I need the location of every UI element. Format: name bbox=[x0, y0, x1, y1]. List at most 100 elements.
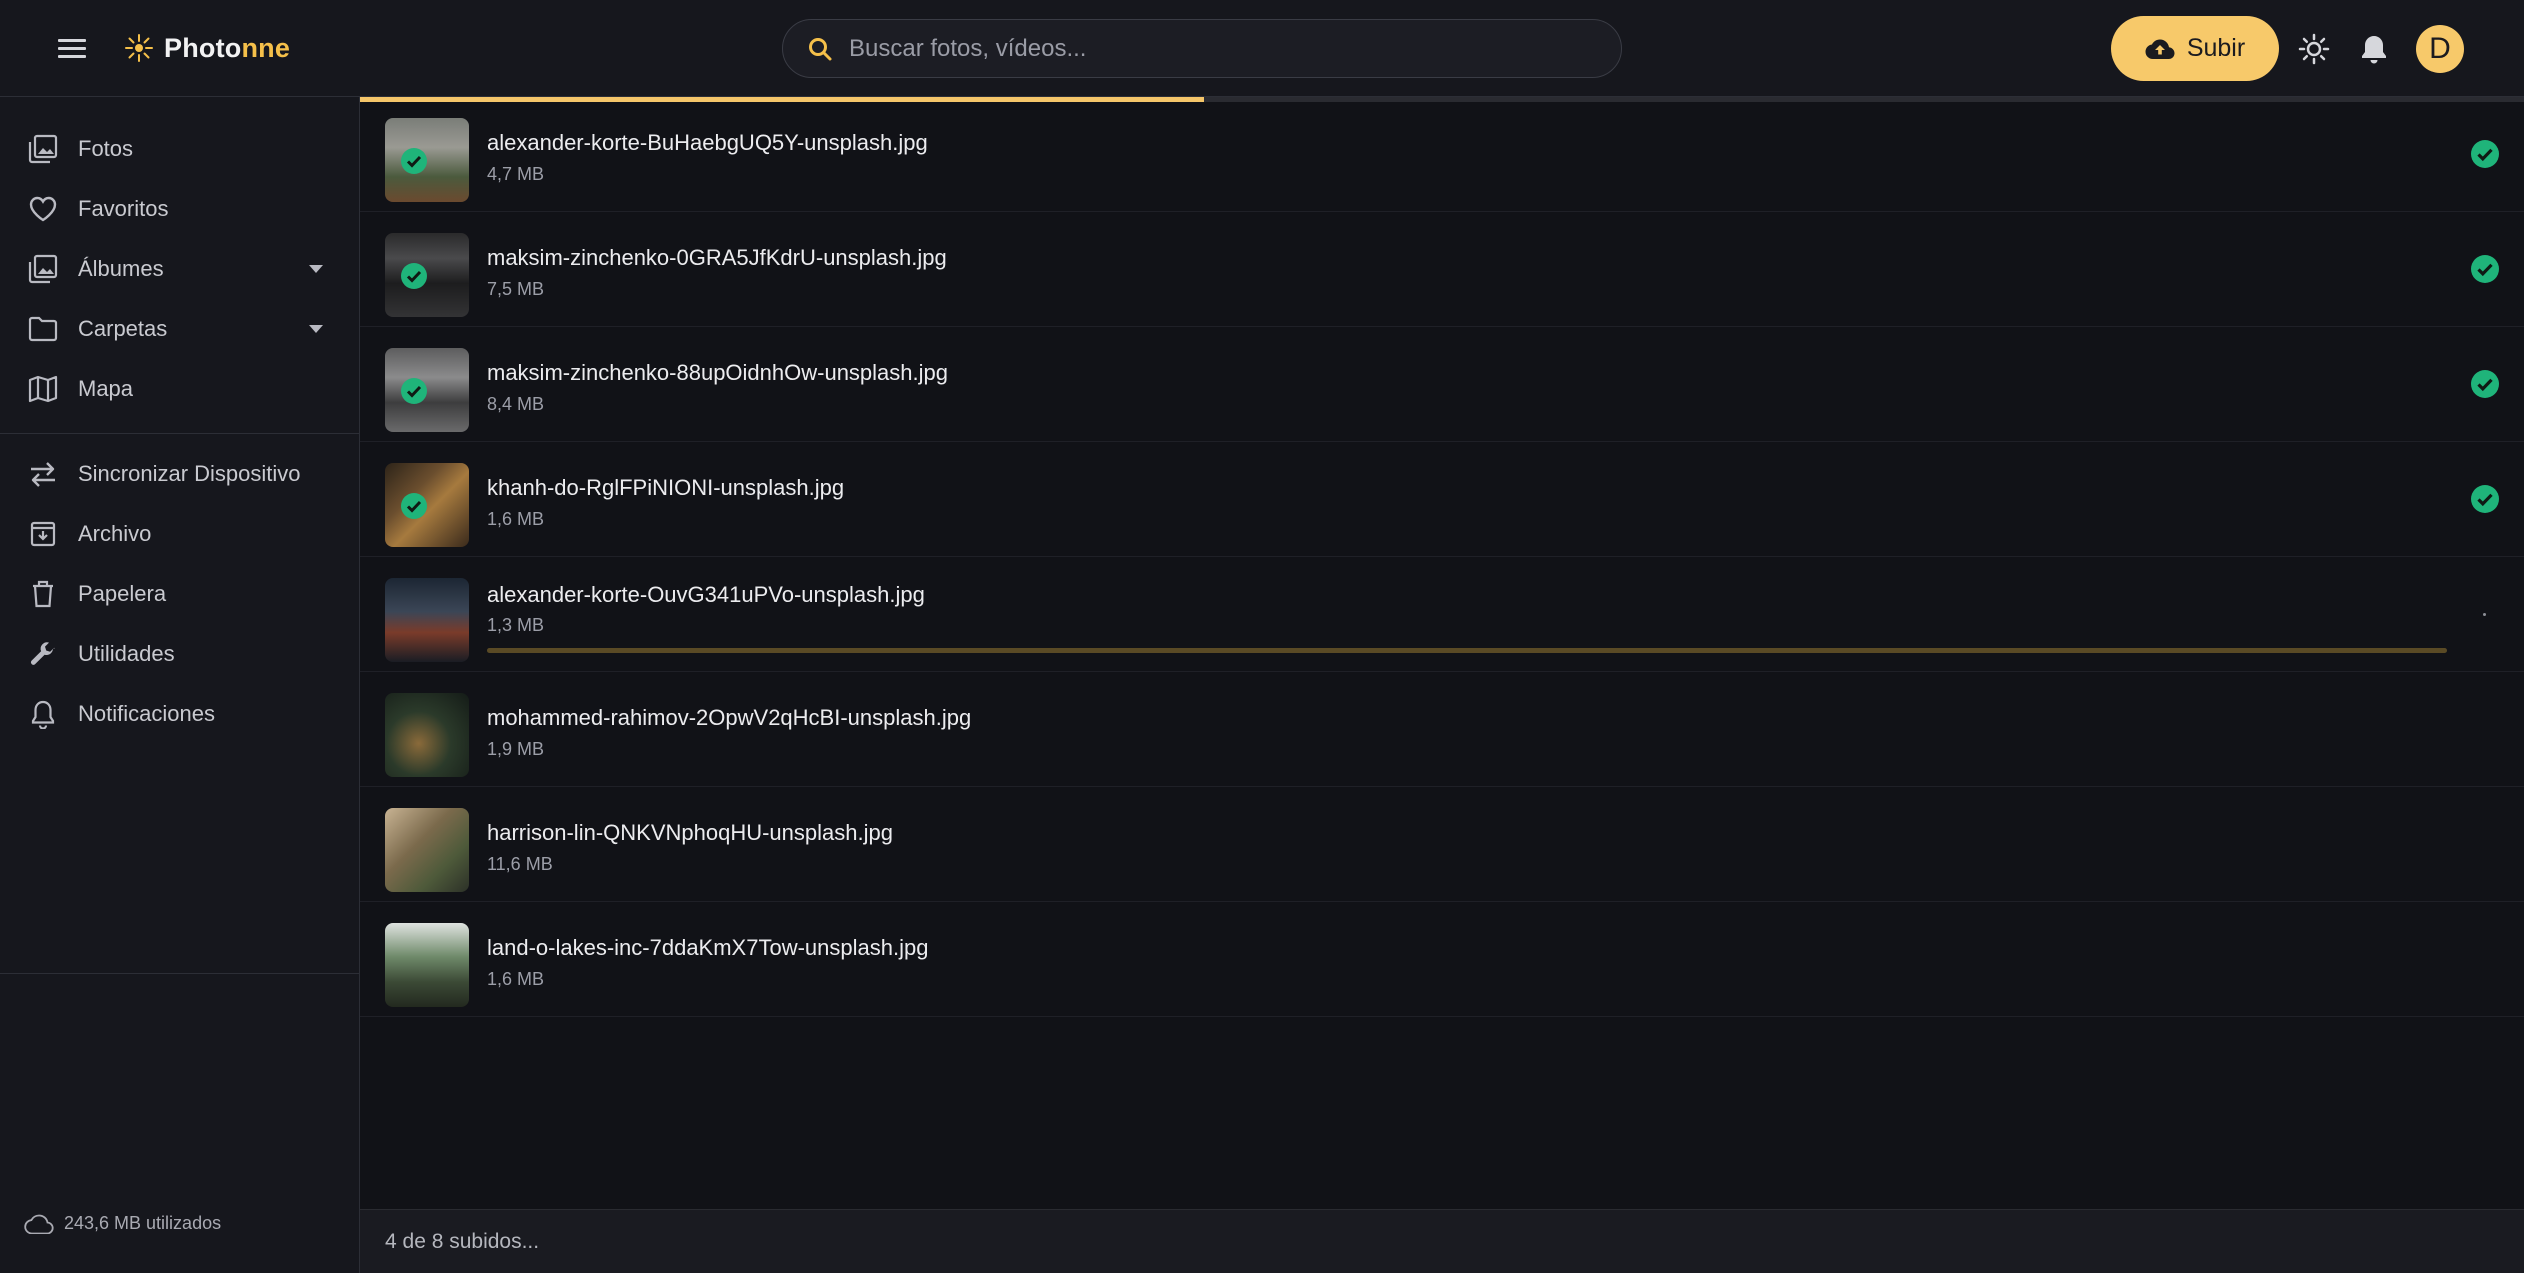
check-circle-icon bbox=[401, 263, 427, 289]
sidebar-item-label: Archivo bbox=[78, 521, 152, 546]
file-thumbnail bbox=[385, 578, 469, 662]
file-size: 7,5 MB bbox=[487, 279, 545, 299]
albums-icon bbox=[26, 252, 60, 286]
search-icon bbox=[805, 34, 835, 64]
check-circle-icon bbox=[401, 148, 427, 174]
sidebar: Fotos Favoritos Álbumes Carpetas Mapa Si… bbox=[0, 97, 360, 1273]
sidebar-item-sincronizar[interactable]: Sincronizar Dispositivo bbox=[0, 446, 359, 502]
sidebar-item-label: Notificaciones bbox=[78, 701, 215, 726]
sidebar-item-archivo[interactable]: Archivo bbox=[0, 506, 359, 562]
upload-row[interactable]: mohammed-rahimov-2OpwV2qHcBI-unsplash.jp… bbox=[360, 672, 2524, 787]
sidebar-item-label: Fotos bbox=[78, 136, 134, 161]
upload-row[interactable]: maksim-zinchenko-88upOidnhOw-unsplash.jp… bbox=[360, 327, 2524, 442]
cloud-icon bbox=[24, 1214, 54, 1234]
sidebar-divider bbox=[0, 973, 359, 974]
check-circle-icon bbox=[2471, 370, 2499, 398]
app-name-part2: nne bbox=[241, 32, 291, 63]
sync-icon bbox=[26, 457, 60, 491]
trash-icon bbox=[26, 577, 60, 611]
sidebar-item-mapa[interactable]: Mapa bbox=[0, 361, 359, 417]
upload-button[interactable]: Subir bbox=[2111, 16, 2279, 81]
file-name: land-o-lakes-inc-7ddaKmX7Tow-unsplash.jp… bbox=[487, 935, 929, 960]
file-size: 8,4 MB bbox=[487, 394, 545, 414]
app-name: Photonne bbox=[164, 33, 290, 64]
file-name: alexander-korte-OuvG341uPVo-unsplash.jpg bbox=[487, 582, 925, 607]
file-size: 1,9 MB bbox=[487, 739, 545, 759]
sidebar-divider bbox=[0, 433, 359, 434]
file-name: mohammed-rahimov-2OpwV2qHcBI-unsplash.jp… bbox=[487, 705, 972, 730]
storage-usage: 243,6 MB utilizados bbox=[24, 1213, 221, 1234]
upload-row[interactable]: alexander-korte-BuHaebgUQ5Y-unsplash.jpg… bbox=[360, 97, 2524, 212]
sidebar-item-favoritos[interactable]: Favoritos bbox=[0, 181, 359, 237]
upload-button-label: Subir bbox=[2186, 34, 2246, 62]
file-thumbnail bbox=[385, 693, 469, 777]
upload-row[interactable]: khanh-do-RglFPiNIONI-unsplash.jpg 1,6 MB bbox=[360, 442, 2524, 557]
app-logo[interactable]: Photonne bbox=[124, 27, 290, 69]
check-circle-icon bbox=[401, 378, 427, 404]
file-size: 11,6 MB bbox=[487, 854, 553, 874]
sidebar-item-notificaciones[interactable]: Notificaciones bbox=[0, 686, 359, 742]
sidebar-item-carpetas[interactable]: Carpetas bbox=[0, 301, 359, 357]
archive-icon bbox=[26, 517, 60, 551]
file-thumbnail bbox=[385, 808, 469, 892]
loading-spinner-icon bbox=[2483, 613, 2486, 616]
storage-used-label: 243,6 MB utilizados bbox=[64, 1213, 222, 1233]
file-progress-bar bbox=[487, 648, 2447, 653]
file-size: 1,6 MB bbox=[487, 969, 545, 989]
file-name: khanh-do-RglFPiNIONI-unsplash.jpg bbox=[487, 475, 845, 500]
file-name: maksim-zinchenko-88upOidnhOw-unsplash.jp… bbox=[487, 360, 949, 385]
search-bar[interactable] bbox=[782, 19, 1622, 78]
top-bar: Photonne Subir bbox=[0, 0, 2524, 97]
notifications-button[interactable] bbox=[2354, 29, 2394, 69]
sun-logo-icon bbox=[125, 34, 153, 62]
map-icon bbox=[26, 372, 60, 406]
avatar-initial: D bbox=[2429, 32, 2451, 65]
check-circle-icon bbox=[2471, 140, 2499, 168]
file-size: 1,3 MB bbox=[487, 615, 545, 635]
photos-icon bbox=[26, 132, 60, 166]
sidebar-item-label: Favoritos bbox=[78, 196, 169, 221]
file-name: harrison-lin-QNKVNphoqHU-unsplash.jpg bbox=[487, 820, 893, 845]
chevron-down-icon[interactable] bbox=[306, 319, 326, 339]
upload-row[interactable]: harrison-lin-QNKVNphoqHU-unsplash.jpg 11… bbox=[360, 787, 2524, 902]
wrench-icon bbox=[26, 637, 60, 671]
upload-list-panel: alexander-korte-BuHaebgUQ5Y-unsplash.jpg… bbox=[360, 97, 2524, 1273]
upload-row[interactable]: land-o-lakes-inc-7ddaKmX7Tow-unsplash.jp… bbox=[360, 902, 2524, 1017]
file-progress-fill bbox=[487, 648, 2447, 653]
file-size: 1,6 MB bbox=[487, 509, 545, 529]
file-name: maksim-zinchenko-0GRA5JfKdrU-unsplash.jp… bbox=[487, 245, 947, 270]
chevron-down-icon[interactable] bbox=[306, 259, 326, 279]
menu-button[interactable] bbox=[52, 28, 92, 68]
sun-icon bbox=[2298, 33, 2330, 65]
sidebar-item-label: Utilidades bbox=[78, 641, 175, 666]
avatar[interactable]: D bbox=[2416, 25, 2464, 73]
check-circle-icon bbox=[2471, 485, 2499, 513]
sidebar-item-label: Papelera bbox=[78, 581, 167, 606]
bell-icon bbox=[2362, 36, 2386, 64]
search-input[interactable] bbox=[847, 33, 1621, 64]
sidebar-item-label: Mapa bbox=[78, 376, 134, 401]
file-size: 4,7 MB bbox=[487, 164, 545, 184]
upload-status-text: 4 de 8 subidos... bbox=[385, 1229, 540, 1253]
sidebar-item-papelera[interactable]: Papelera bbox=[0, 566, 359, 622]
heart-icon bbox=[26, 192, 60, 226]
sidebar-item-fotos[interactable]: Fotos bbox=[0, 121, 359, 177]
file-name: alexander-korte-BuHaebgUQ5Y-unsplash.jpg bbox=[487, 130, 928, 155]
theme-toggle-button[interactable] bbox=[2294, 29, 2334, 69]
sidebar-item-label: Carpetas bbox=[78, 316, 168, 341]
bell-icon bbox=[26, 697, 60, 731]
app-name-part1: Photo bbox=[164, 32, 242, 63]
check-circle-icon bbox=[2471, 255, 2499, 283]
file-thumbnail bbox=[385, 923, 469, 1007]
upload-row[interactable]: alexander-korte-OuvG341uPVo-unsplash.jpg… bbox=[360, 557, 2524, 672]
folder-icon bbox=[26, 312, 60, 346]
sidebar-item-albumes[interactable]: Álbumes bbox=[0, 241, 359, 297]
upload-status-bar: 4 de 8 subidos... bbox=[360, 1209, 2524, 1273]
sidebar-item-utilidades[interactable]: Utilidades bbox=[0, 626, 359, 682]
upload-row[interactable]: maksim-zinchenko-0GRA5JfKdrU-unsplash.jp… bbox=[360, 212, 2524, 327]
hamburger-icon bbox=[58, 39, 86, 58]
cloud-upload-icon bbox=[2145, 39, 2175, 59]
sidebar-item-label: Sincronizar Dispositivo bbox=[78, 461, 301, 486]
sidebar-item-label: Álbumes bbox=[78, 256, 164, 281]
check-circle-icon bbox=[401, 493, 427, 519]
